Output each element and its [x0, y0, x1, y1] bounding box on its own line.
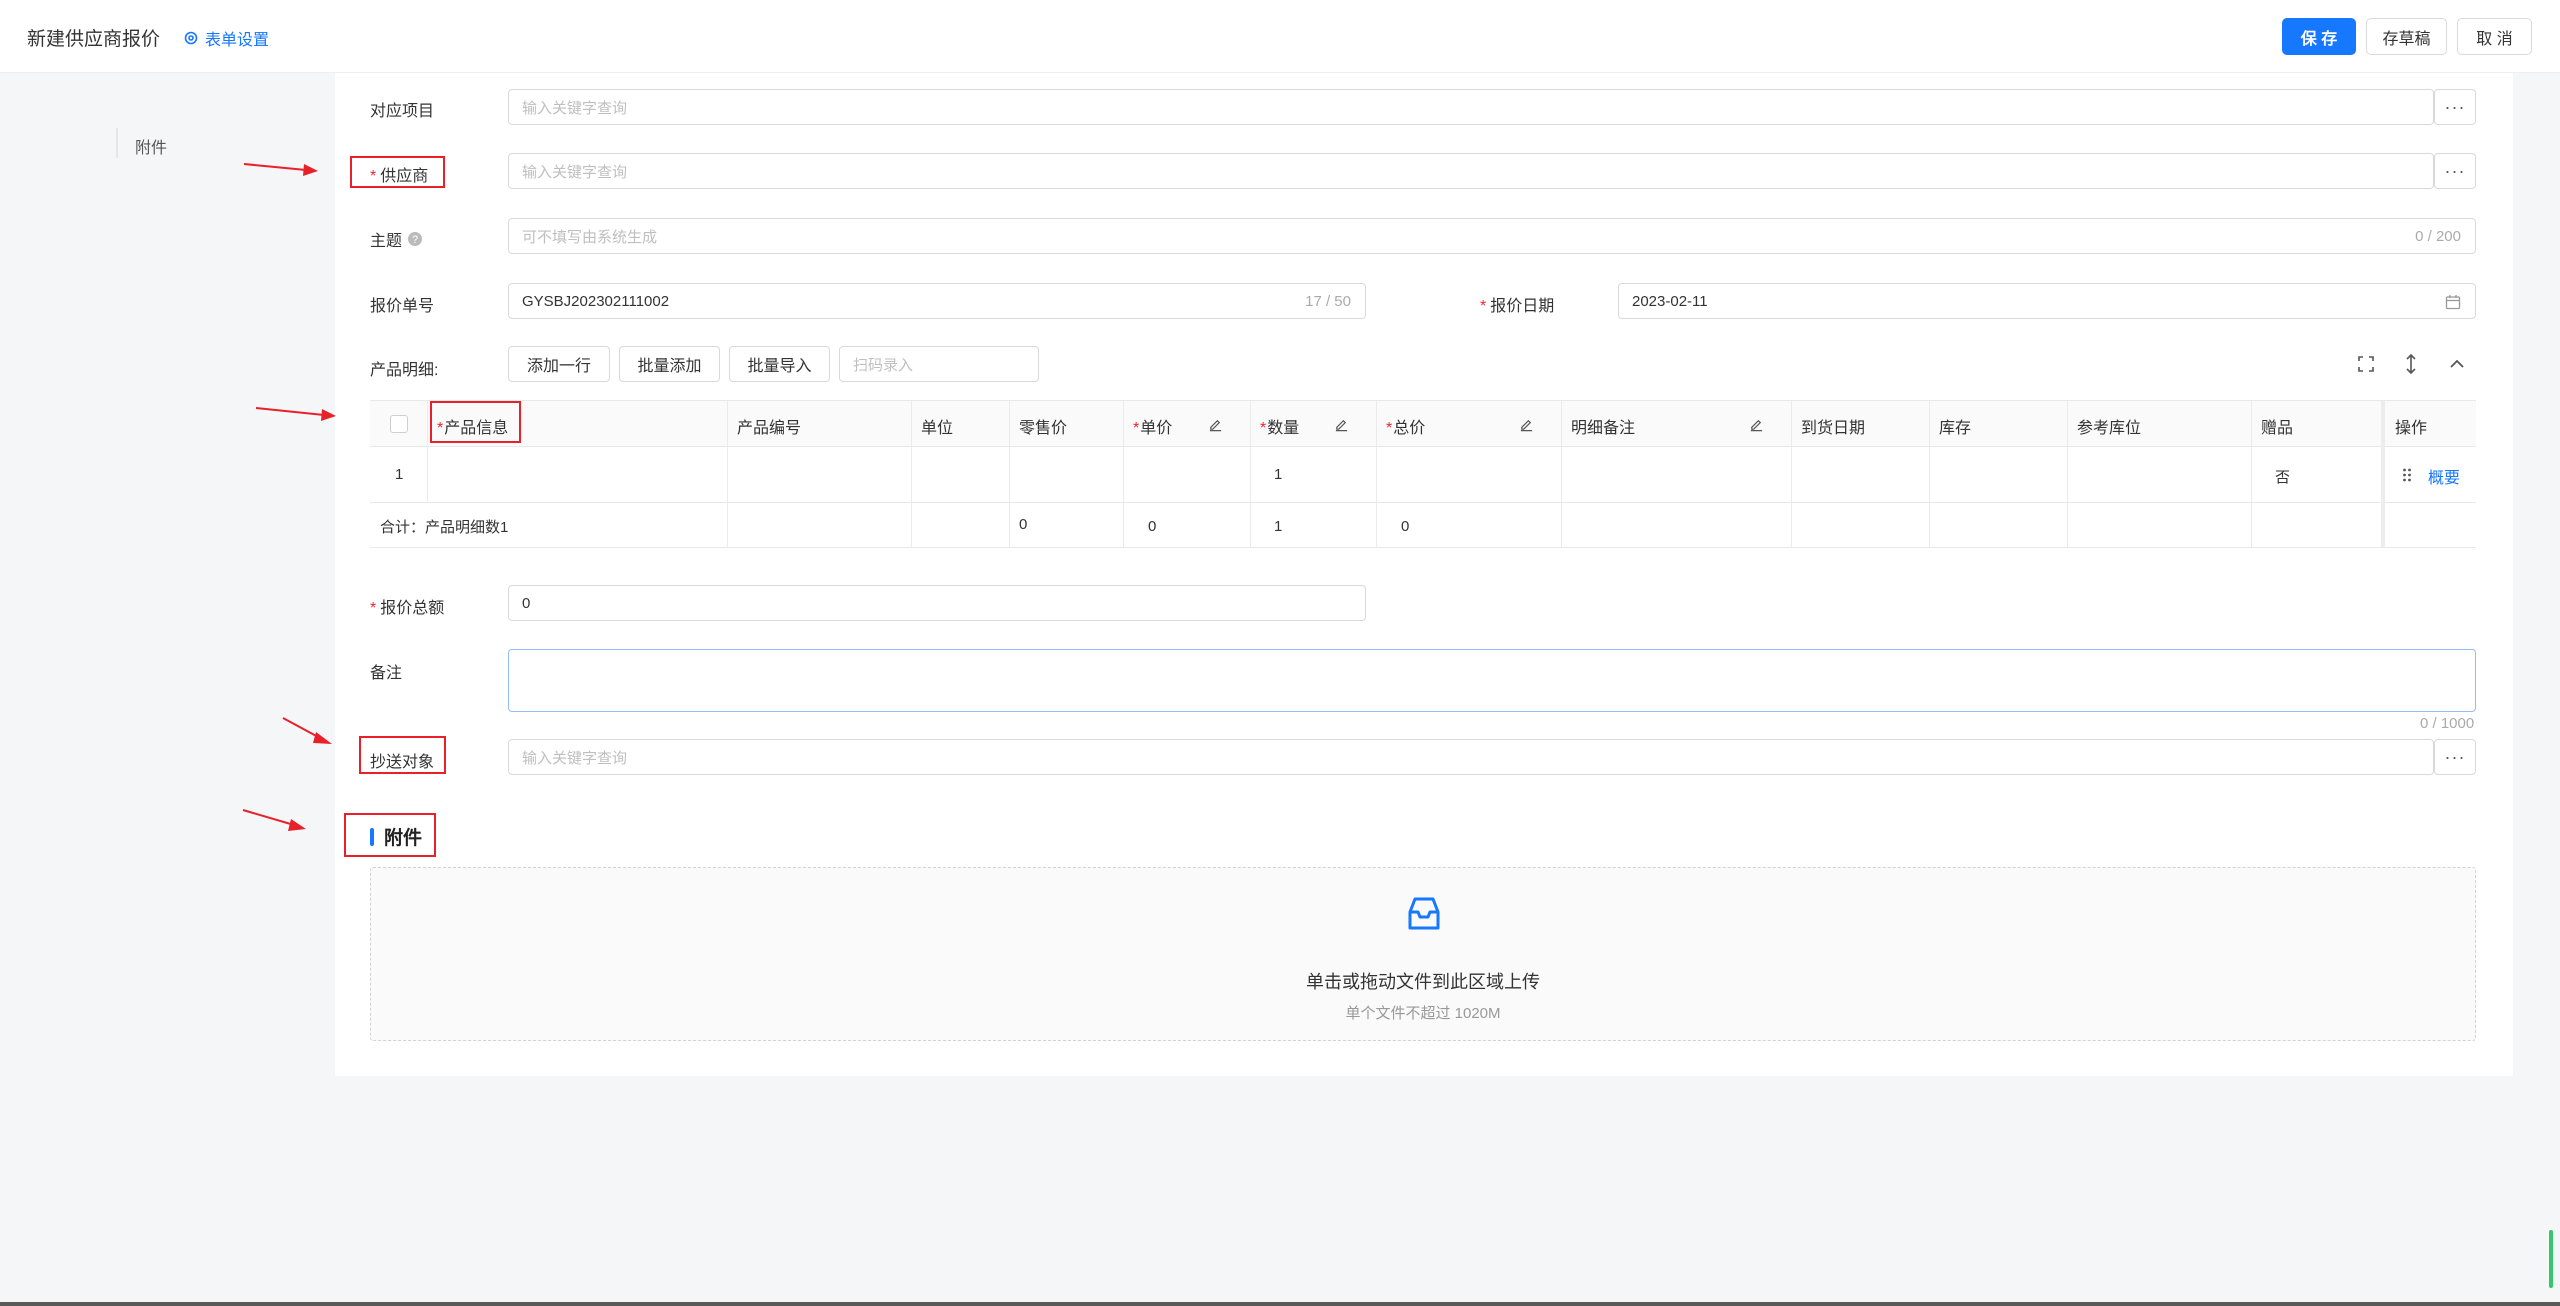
column-header-total-price: *总价 — [1386, 420, 1426, 437]
cancel-button[interactable]: 取 消 — [2457, 18, 2532, 55]
total-amount-input[interactable]: 0 — [508, 585, 1366, 621]
supplier-label: * 供应商 — [370, 168, 429, 185]
collapse-icon[interactable] — [2446, 353, 2468, 375]
column-header-unit-price: *单价 — [1133, 420, 1173, 437]
summary-price: 0 — [1148, 518, 1157, 535]
batch-import-button[interactable]: 批量导入 — [729, 346, 830, 382]
supplier-more-button[interactable]: ··· — [2434, 153, 2476, 189]
sidenav-indicator — [116, 128, 118, 158]
column-header-product-info: *产品信息 — [437, 420, 509, 437]
supplier-input[interactable]: 输入关键字查询 — [508, 153, 2434, 189]
select-all-checkbox[interactable] — [390, 415, 408, 433]
sidenav-item-attachment[interactable]: 附件 — [135, 134, 167, 158]
scan-input[interactable]: 扫码录入 — [839, 346, 1039, 382]
row-gift[interactable]: 否 — [2275, 466, 2290, 487]
edit-icon[interactable] — [1519, 417, 1534, 432]
column-header-quantity: *数量 — [1260, 420, 1300, 437]
column-header-actions: 操作 — [2395, 420, 2428, 437]
row-quantity[interactable]: 1 — [1274, 466, 1282, 483]
column-header-stock: 库存 — [1939, 420, 1972, 437]
save-draft-button[interactable]: 存草稿 — [2366, 18, 2447, 55]
row-index: 1 — [395, 466, 404, 483]
details-label: 产品明细: — [370, 362, 439, 379]
attachment-section-title: 附件 — [370, 823, 422, 850]
column-header-bin-location: 参考库位 — [2077, 420, 2142, 437]
remark-label: 备注 — [370, 665, 403, 682]
top-bar: 新建供应商报价 表单设置 保 存 存草稿 取 消 — [0, 0, 2560, 73]
arrow-icon — [243, 163, 318, 176]
summary-retail: 0 — [1019, 516, 1028, 533]
subject-input[interactable]: 可不填写由系统生成 0 / 200 — [508, 218, 2476, 254]
column-header-line-remark: 明细备注 — [1571, 420, 1636, 437]
arrow-icon — [242, 809, 306, 831]
summary-label: 合计：产品明细数1 — [380, 519, 509, 536]
cc-input[interactable]: 输入关键字查询 — [508, 739, 2434, 775]
help-icon: ? — [408, 232, 423, 246]
settings-icon — [184, 31, 198, 45]
column-header-gift: 赠品 — [2261, 420, 2294, 437]
column-header-arrival-date: 到货日期 — [1801, 420, 1866, 437]
page-title: 新建供应商报价 — [27, 29, 161, 50]
upload-hint: 单个文件不超过 1020M — [1345, 1005, 1501, 1022]
svg-text:?: ? — [412, 234, 418, 246]
column-header-retail-price: 零售价 — [1019, 420, 1068, 437]
project-more-button[interactable]: ··· — [2434, 89, 2476, 125]
project-input[interactable]: 输入关键字查询 — [508, 89, 2434, 125]
project-label: 对应项目 — [370, 103, 435, 120]
batch-add-button[interactable]: 批量添加 — [619, 346, 720, 382]
inbox-icon — [1408, 897, 1440, 930]
add-row-button[interactable]: 添加一行 — [508, 346, 610, 382]
calendar-icon — [2445, 295, 2461, 310]
more-dots-icon: ··· — [2444, 160, 2466, 181]
upload-dropzone[interactable]: 单击或拖动文件到此区域上传 单个文件不超过 1020M — [370, 867, 2476, 1041]
drag-handle-icon[interactable] — [2402, 467, 2412, 483]
edit-icon[interactable] — [1208, 417, 1223, 432]
quote-date-picker[interactable]: 2023-02-11 — [1618, 283, 2476, 319]
quote-no-char-count: 17 / 50 — [1305, 293, 1351, 310]
row-summary-link[interactable]: 概要 — [2428, 464, 2460, 488]
summary-quantity: 1 — [1274, 518, 1283, 535]
cc-more-button[interactable]: ··· — [2434, 739, 2476, 775]
column-header-unit: 单位 — [921, 420, 954, 437]
form-settings-label: 表单设置 — [205, 32, 270, 49]
edit-icon[interactable] — [1334, 417, 1349, 432]
summary-total: 0 — [1401, 518, 1410, 535]
row-height-icon[interactable] — [2400, 353, 2422, 375]
arrow-icon — [255, 407, 336, 421]
more-dots-icon: ··· — [2444, 746, 2466, 767]
column-header-product-code: 产品编号 — [737, 420, 802, 437]
cc-label: 抄送对象 — [370, 754, 435, 771]
more-dots-icon: ··· — [2444, 96, 2466, 117]
quote-no-label: 报价单号 — [370, 298, 435, 315]
page-scrollbar[interactable] — [2549, 1230, 2553, 1288]
arrow-icon — [282, 717, 332, 744]
subject-label: 主题 ? — [370, 227, 423, 251]
save-button[interactable]: 保 存 — [2282, 18, 2356, 55]
remark-textarea[interactable] — [508, 649, 2476, 712]
quote-no-input[interactable]: GYSBJ202302111002 17 / 50 — [508, 283, 1366, 319]
subject-char-count: 0 / 200 — [2415, 228, 2461, 245]
edit-icon[interactable] — [1749, 417, 1764, 432]
quote-date-label: * 报价日期 — [1480, 298, 1555, 315]
upload-title: 单击或拖动文件到此区域上传 — [1306, 972, 1540, 992]
fullscreen-icon[interactable] — [2355, 353, 2377, 375]
remark-char-count: 0 / 1000 — [2420, 715, 2475, 732]
window-bottom-edge — [0, 1302, 2560, 1306]
form-settings-link[interactable]: 表单设置 — [183, 26, 269, 50]
total-amount-label: * 报价总额 — [370, 600, 445, 617]
